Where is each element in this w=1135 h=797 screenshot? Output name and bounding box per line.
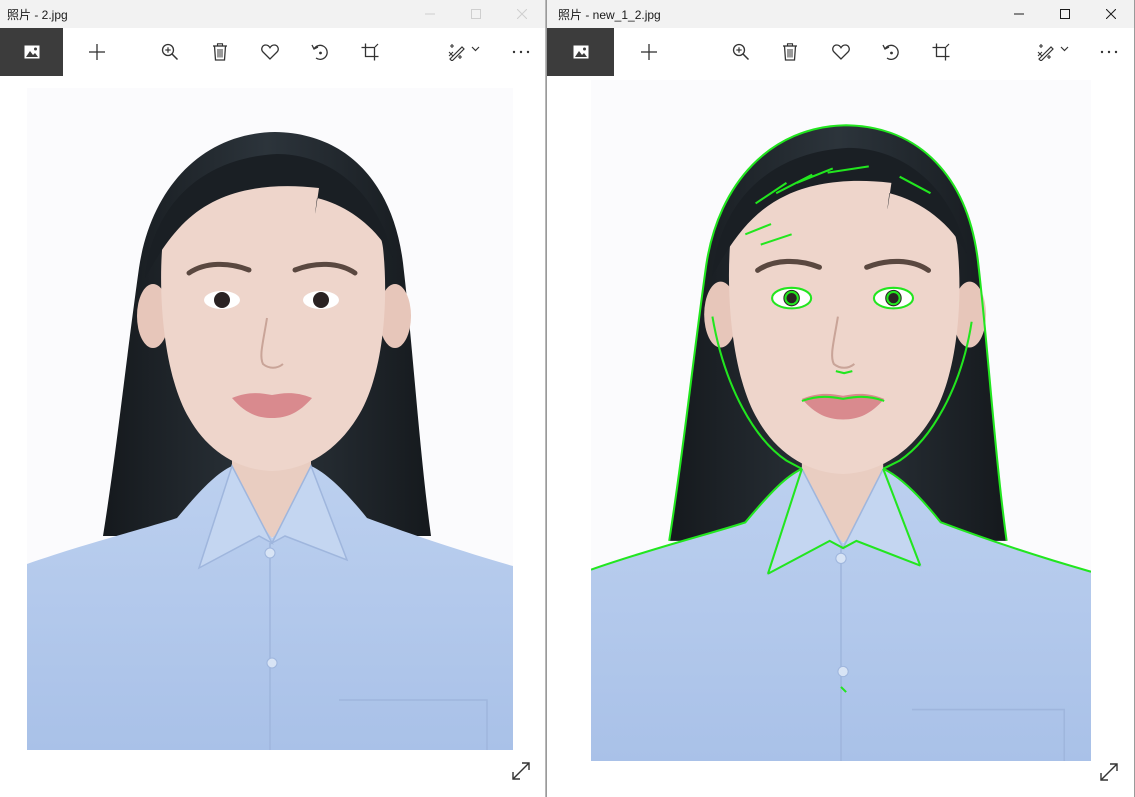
minimize-icon xyxy=(1014,13,1024,15)
maximize-button[interactable] xyxy=(453,0,499,28)
rotate-button[interactable] xyxy=(874,28,908,76)
caption-buttons xyxy=(996,0,1134,28)
portrait-photo-with-contours xyxy=(591,80,1091,761)
favorite-heart-icon xyxy=(261,44,279,60)
delete-icon xyxy=(213,43,227,61)
photo-gallery-icon xyxy=(24,45,39,59)
edit-draw-icon xyxy=(448,44,465,61)
expand-fullscreen-icon[interactable] xyxy=(1098,761,1120,783)
edit-draw-icon xyxy=(1037,44,1054,61)
window-title: 照片 - new_1_2.jpg xyxy=(558,7,661,22)
delete-button[interactable] xyxy=(203,28,237,76)
photos-window-contours: 照片 - new_1_2.jpg xyxy=(546,0,1135,797)
maximize-icon xyxy=(1060,9,1070,19)
minimize-button[interactable] xyxy=(996,0,1042,28)
close-button[interactable] xyxy=(1088,0,1134,28)
maximize-button[interactable] xyxy=(1042,0,1088,28)
more-options-button[interactable] xyxy=(504,28,538,76)
image-viewer[interactable] xyxy=(547,76,1134,797)
zoom-in-icon xyxy=(732,43,750,61)
zoom-in-button[interactable] xyxy=(724,28,758,76)
toolbar xyxy=(0,28,545,76)
crop-button[interactable] xyxy=(924,28,958,76)
favorite-heart-icon xyxy=(832,44,850,60)
more-options-icon xyxy=(1100,50,1118,54)
edit-create-button[interactable] xyxy=(442,28,486,76)
expand-fullscreen-icon[interactable] xyxy=(510,760,532,782)
photo-gallery-icon xyxy=(573,45,588,59)
photo-gallery-button[interactable] xyxy=(547,28,614,76)
close-button[interactable] xyxy=(499,0,545,28)
zoom-in-icon xyxy=(161,43,179,61)
crop-button[interactable] xyxy=(353,28,387,76)
title-bar[interactable]: 照片 - 2.jpg xyxy=(0,0,545,28)
image-viewer[interactable] xyxy=(0,76,545,797)
chevron-down-icon xyxy=(471,46,480,52)
delete-button[interactable] xyxy=(773,28,807,76)
window-title: 照片 - 2.jpg xyxy=(7,7,68,22)
rotate-button[interactable] xyxy=(303,28,337,76)
edit-create-button[interactable] xyxy=(1031,28,1075,76)
portrait-photo xyxy=(27,88,513,750)
add-icon xyxy=(89,44,105,60)
favorite-button[interactable] xyxy=(253,28,287,76)
more-options-button[interactable] xyxy=(1092,28,1126,76)
chevron-down-icon xyxy=(1060,46,1069,52)
more-options-icon xyxy=(512,50,530,54)
add-button[interactable] xyxy=(632,28,666,76)
close-icon xyxy=(517,9,527,19)
minimize-button[interactable] xyxy=(407,0,453,28)
add-icon xyxy=(641,44,657,60)
caption-buttons xyxy=(407,0,545,28)
rotate-icon xyxy=(311,44,328,60)
zoom-in-button[interactable] xyxy=(153,28,187,76)
favorite-button[interactable] xyxy=(824,28,858,76)
crop-icon xyxy=(932,43,950,61)
crop-icon xyxy=(361,43,379,61)
close-icon xyxy=(1106,9,1116,19)
maximize-icon xyxy=(471,9,481,19)
minimize-icon xyxy=(425,13,435,15)
photo-gallery-button[interactable] xyxy=(0,28,63,76)
rotate-icon xyxy=(882,44,899,60)
photos-window-original: 照片 - 2.jpg xyxy=(0,0,546,797)
delete-icon xyxy=(783,43,797,61)
add-button[interactable] xyxy=(80,28,114,76)
toolbar xyxy=(547,28,1134,76)
title-bar[interactable]: 照片 - new_1_2.jpg xyxy=(547,0,1134,28)
desktop: 照片 - 2.jpg 照片 - new_1_2.jpg xyxy=(0,0,1135,797)
